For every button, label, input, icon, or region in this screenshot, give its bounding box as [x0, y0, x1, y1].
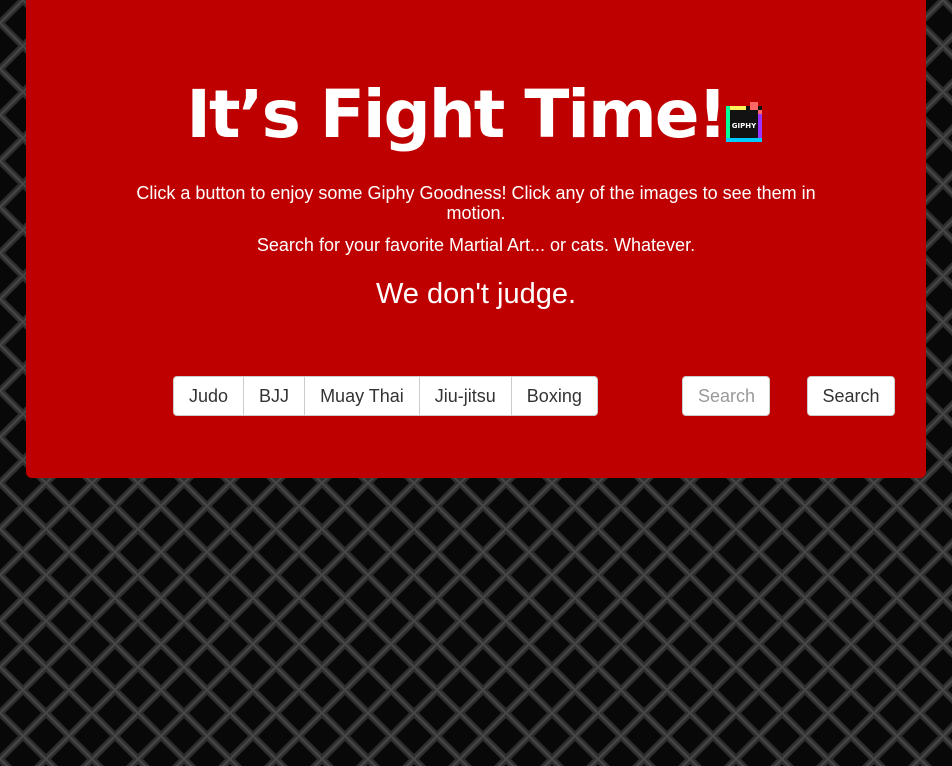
- topic-button-muay-thai[interactable]: Muay Thai: [304, 376, 420, 416]
- title-row: It’s Fight Time! GIPHY: [26, 74, 926, 156]
- topic-button-boxing[interactable]: Boxing: [510, 376, 598, 416]
- page-title: It’s Fight Time!: [186, 76, 727, 153]
- giphy-logo-text: GIPHY: [731, 122, 756, 130]
- search-button[interactable]: Search: [807, 376, 895, 416]
- giphy-logo-icon: GIPHY: [722, 102, 766, 146]
- intro-search-hint: Search for your favorite Martial Art... …: [256, 235, 696, 255]
- search-input[interactable]: [682, 376, 770, 416]
- jumbotron-panel: It’s Fight Time! GIPHY Click a button to…: [26, 0, 926, 478]
- topic-button-bjj[interactable]: BJJ: [243, 376, 306, 416]
- topic-button-jiu-jitsu[interactable]: Jiu-jitsu: [418, 376, 512, 416]
- intro-instructions: Click a button to enjoy some Giphy Goodn…: [136, 183, 816, 223]
- tagline: We don't judge.: [375, 278, 577, 310]
- topic-button-judo[interactable]: Judo: [173, 376, 245, 416]
- topic-button-group: Judo BJJ Muay Thai Jiu-jitsu Boxing: [173, 376, 598, 416]
